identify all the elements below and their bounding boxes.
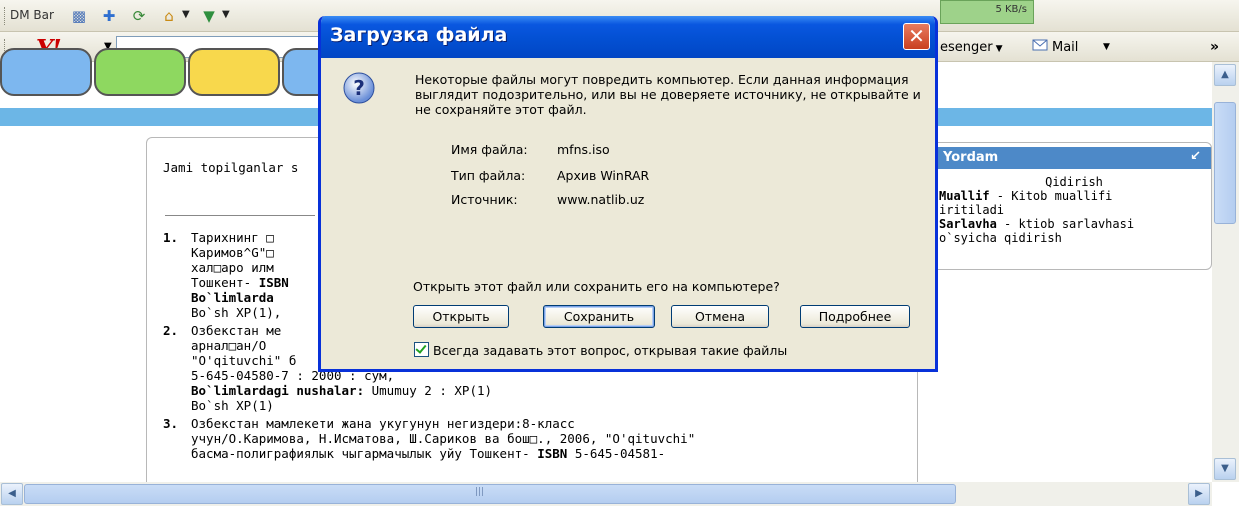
mail-icon[interactable] (1032, 38, 1048, 52)
scroll-thumb[interactable]: ||| (24, 484, 956, 504)
divider (165, 215, 315, 216)
always-ask-label: Всегда задавать этот вопрос, открывая та… (433, 343, 788, 358)
close-button[interactable]: ✕ (903, 23, 930, 50)
result-line-text: басма-полиграфиялык чыгармачылык уйу Тош… (191, 446, 538, 461)
speed-text: 5 KB/s (995, 4, 1027, 15)
always-ask-row[interactable]: Всегда задавать этот вопрос, открывая та… (414, 342, 787, 358)
help-line: - ktiob sarlavhasi (996, 217, 1135, 231)
dialog-title: Загрузка файла (330, 24, 508, 46)
filetype-value: Архив WinRAR (557, 168, 650, 183)
help-line: - Kitob muallifi (989, 189, 1113, 203)
mail-button[interactable]: Mail (1052, 40, 1078, 55)
scroll-right-icon[interactable]: ▶ (1188, 483, 1210, 505)
messenger-label: esenger (940, 40, 993, 55)
horizontal-scrollbar[interactable]: ◀ ||| ▶ (0, 482, 1212, 506)
isbn-value: 5-645-04581- (567, 446, 666, 461)
scroll-up-icon[interactable]: ▲ (1214, 64, 1236, 86)
result-number: 1. (163, 230, 179, 245)
scroll-down-icon[interactable]: ▼ (1214, 458, 1236, 480)
messenger-button[interactable]: esenger ▼ (940, 40, 1003, 55)
result-line: Озбекстан мамлекети жана укугунун негизд… (191, 416, 575, 431)
isbn-label: ISBN (258, 275, 289, 290)
help-header: Yordam ↙ (921, 147, 1211, 169)
home-icon[interactable]: ⌂ (160, 7, 178, 25)
scroll-thumb[interactable] (1214, 102, 1236, 224)
filetype-label: Тип файла: (451, 168, 526, 183)
holdings-line: Bo`sh XP(1) (191, 398, 274, 413)
filename-label: Имя файла: (451, 142, 528, 157)
filename-row: Имя файла: mfns.iso (451, 142, 610, 157)
holdings-label: Bo`limlarda (191, 290, 274, 305)
dialog-titlebar[interactable]: Загрузка файла ✕ (321, 16, 935, 58)
source-label: Источник: (451, 192, 518, 207)
grip-icon: ||| (475, 487, 485, 497)
result-number: 3. (163, 416, 179, 431)
dm-bar-label: DM Bar (10, 8, 54, 22)
save-button[interactable]: Сохранить (543, 305, 655, 328)
collapse-icon[interactable]: ↙ (1190, 149, 1201, 164)
dropdown-arrow-icon: ▼ (995, 44, 1003, 54)
help-body: Qidirish Muallif - Kitob muallifi iritil… (939, 175, 1209, 245)
dialog-prompt: Открыть этот файл или сохранить его на к… (413, 279, 780, 294)
warning-text: Некоторые файлы могут повредить компьюте… (415, 72, 921, 117)
help-bold: Muallif (939, 189, 990, 203)
filename-value: mfns.iso (557, 142, 610, 157)
filetype-row: Тип файла: Архив WinRAR (451, 168, 649, 183)
isbn-label: ISBN (537, 446, 568, 461)
help-title: Yordam (943, 150, 999, 165)
refresh-icon[interactable]: ⟳ (130, 7, 148, 25)
source-value: www.natlib.uz (557, 192, 645, 207)
vertical-scrollbar[interactable]: ▲ ▼ (1212, 62, 1239, 482)
svg-text:?: ? (353, 76, 365, 100)
nav-tab-green[interactable] (94, 48, 186, 96)
nav-tab-blue[interactable] (0, 48, 92, 96)
download-icon[interactable]: ▼ (200, 7, 218, 25)
add-icon[interactable]: ✚ (100, 7, 118, 25)
scroll-left-icon[interactable]: ◀ (1, 483, 23, 505)
dropdown-arrow-icon[interactable]: ▼ (1103, 42, 1110, 52)
help-bold: Sarlavha (939, 217, 997, 231)
more-info-button[interactable]: Подробнее (800, 305, 910, 328)
source-row: Источник: www.natlib.uz (451, 192, 644, 207)
open-button[interactable]: Открыть (413, 305, 509, 328)
help-line: o`syicha qidirish (939, 231, 1062, 245)
speed-meter: 5 KB/s (940, 0, 1034, 24)
holdings-label: Bo`limlardagi nushalar: (191, 383, 365, 398)
help-line: iritiladi (939, 203, 1005, 217)
dropdown-arrow-icon[interactable]: ▼ (222, 9, 230, 20)
cancel-button[interactable]: Отмена (671, 305, 769, 328)
file-download-dialog: Загрузка файла ✕ ? Некоторые файлы могут… (318, 16, 938, 372)
question-icon: ? (343, 72, 375, 104)
always-ask-checkbox[interactable] (414, 342, 429, 357)
list-item: 3. Озбекстан мамлекети жана укугунун нег… (163, 416, 903, 461)
result-line: учун/О.Каримова, Н.Исматова, Ш.Сариков в… (191, 431, 696, 446)
chat-icon[interactable]: ▩ (70, 7, 88, 25)
toolbar-overflow-icon[interactable]: » (1210, 39, 1219, 55)
help-panel: Yordam ↙ Qidirish Muallif - Kitob mualli… (920, 142, 1212, 270)
result-line: басма-полиграфиялык чыгармачылык уйу Тош… (191, 446, 903, 461)
result-line-text: Тошкент- (191, 275, 259, 290)
nav-tab-yellow[interactable] (188, 48, 280, 96)
dropdown-arrow-icon[interactable]: ▼ (182, 9, 190, 20)
toolbar-grip[interactable] (4, 7, 8, 25)
help-line: Qidirish (1045, 175, 1103, 189)
found-label: Jami topilganlar s (163, 160, 299, 175)
holdings-value: Umumuy 2 : XP(1) (364, 383, 493, 398)
result-number: 2. (163, 323, 179, 338)
